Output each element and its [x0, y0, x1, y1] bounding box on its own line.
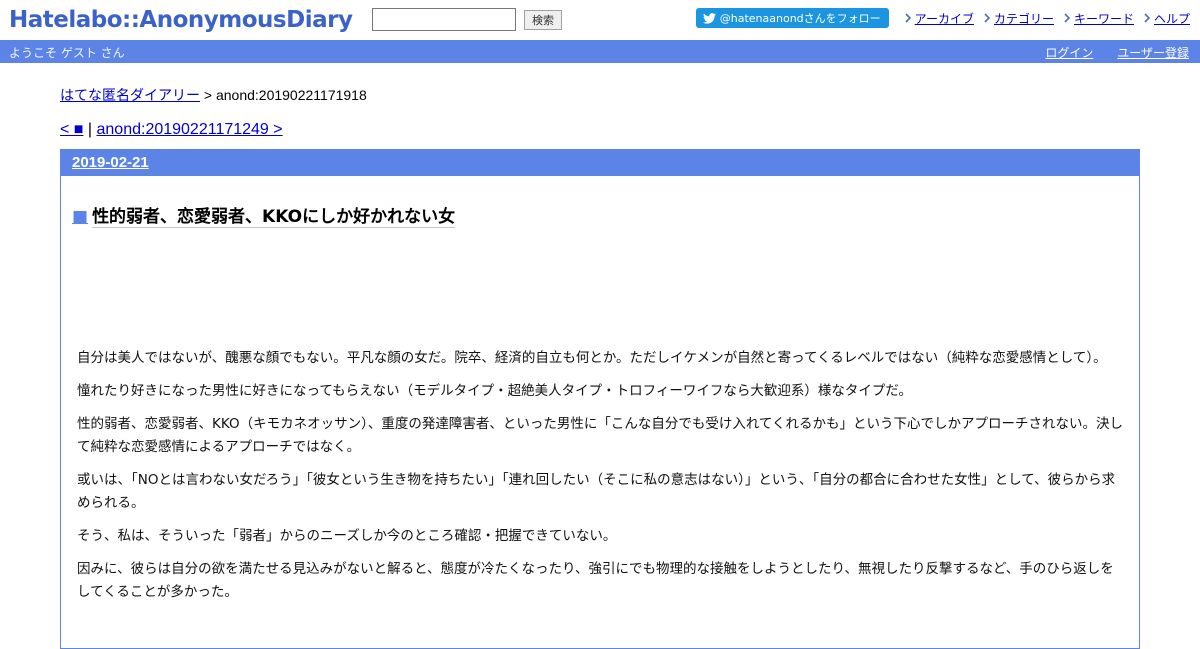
nav-archive-link[interactable]: アーカイブ — [915, 10, 974, 27]
entry-body: 自分は美人ではないが、醜悪な顔でもない。平凡な顔の女だ。院卒、経済的自立も何とか… — [77, 347, 1125, 614]
entry-paragraph: 性的弱者、恋愛弱者、KKO（キモカネオッサン）、重度の発達障害者、といった男性に… — [77, 416, 1124, 455]
breadcrumb-separator: > — [200, 87, 216, 103]
nav-help-link[interactable]: ヘルプ — [1154, 10, 1190, 27]
entry-paragraph: 或いは、「NOとは言わない女だろう」「彼女という生き物を持ちたい」「連れ回したい… — [77, 472, 1116, 511]
site-header: Hatelabo::AnonymousDiary 検索 @hatenaanond… — [0, 0, 1200, 40]
entry-title: ■ 性的弱者、恋愛弱者、KKOにしか好かれない女 — [72, 202, 456, 228]
arrow-right-icon — [1144, 13, 1151, 23]
breadcrumb-home-link[interactable]: はてな匿名ダイアリー — [60, 87, 200, 103]
nav-help: ヘルプ — [1144, 10, 1190, 27]
twitter-bird-icon — [702, 12, 716, 24]
pager-separator: | — [83, 121, 97, 138]
section-mark-link[interactable]: ■ — [72, 207, 88, 227]
entry-title-text: 性的弱者、恋愛弱者、KKOにしか好かれない女 — [92, 207, 456, 228]
entry-paragraph: 自分は美人ではないが、醜悪な顔でもない。平凡な顔の女だ。院卒、経済的自立も何とか… — [77, 350, 1107, 366]
day-header: 2019-02-21 — [61, 150, 1139, 176]
breadcrumb-current: anond:20190221171918 — [215, 87, 367, 103]
login-link[interactable]: ログイン — [1045, 46, 1093, 60]
prev-entry-link[interactable]: < ■ — [60, 121, 83, 138]
day-date-link[interactable]: 2019-02-21 — [72, 154, 149, 171]
site-logo[interactable]: Hatelabo::AnonymousDiary — [9, 4, 353, 36]
entry-paragraph: そう、私は、そういった「弱者」からのニーズしか今のところ確認・把握できていない。 — [77, 528, 617, 544]
twitter-follow-label: @hatenaanondさんをフォロー — [719, 12, 881, 25]
nav-category: カテゴリー — [984, 10, 1054, 27]
account-links: ログイン ユーザー登録 — [1025, 44, 1189, 61]
search-input[interactable] — [372, 8, 516, 31]
welcome-text: ようこそ ゲスト さん — [9, 46, 125, 60]
header-nav: @hatenaanondさんをフォロー アーカイブ カテゴリー キーワード ヘル… — [695, 8, 1190, 28]
nav-keyword: キーワード — [1064, 10, 1134, 27]
nav-archive: アーカイブ — [905, 10, 974, 27]
day-section: 2019-02-21 ■ 性的弱者、恋愛弱者、KKOにしか好かれない女 自分は美人… — [60, 149, 1140, 649]
entry-paragraph: 因みに、彼らは自分の欲を満たせる見込みがないと解ると、態度が冷たくなったり、強引… — [77, 561, 1114, 600]
nav-category-link[interactable]: カテゴリー — [994, 10, 1054, 27]
register-link[interactable]: ユーザー登録 — [1117, 46, 1189, 60]
entry-pager: < ■ | anond:20190221171249 > — [60, 121, 283, 139]
next-entry-link[interactable]: anond:20190221171249 > — [97, 121, 283, 138]
twitter-follow-button[interactable]: @hatenaanondさんをフォロー — [695, 8, 889, 28]
entry-paragraph: 憧れたり好きになった男性に好きになってもらえない（モデルタイプ・超絶美人タイプ・… — [77, 383, 912, 399]
search-button[interactable]: 検索 — [524, 10, 562, 30]
arrow-right-icon — [905, 13, 911, 23]
user-bar: ようこそ ゲスト さん ログイン ユーザー登録 — [0, 40, 1200, 63]
arrow-right-icon — [1064, 13, 1071, 23]
breadcrumb: はてな匿名ダイアリー > anond:20190221171918 — [60, 85, 367, 105]
arrow-right-icon — [984, 13, 991, 23]
nav-keyword-link[interactable]: キーワード — [1074, 10, 1134, 27]
